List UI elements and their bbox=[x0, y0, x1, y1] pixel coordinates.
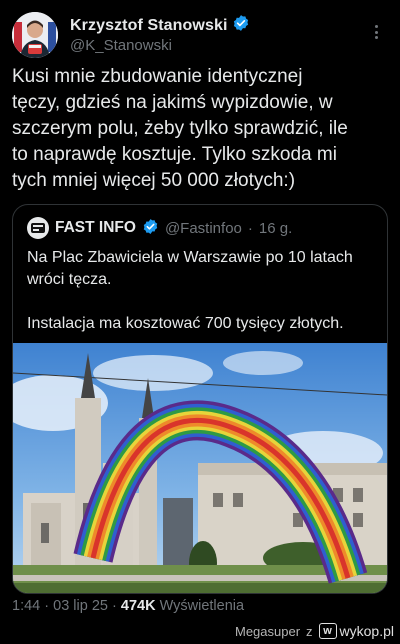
author-avatar[interactable] bbox=[12, 12, 58, 58]
quoted-author-name[interactable]: FAST INFO bbox=[55, 219, 136, 237]
meta-separator: · bbox=[44, 598, 50, 614]
quoted-tweet[interactable]: FAST INFO @Fastinfoo · 16 g. Na Plac Zba… bbox=[12, 204, 388, 594]
author-name-row: Krzysztof Stanowski bbox=[70, 14, 250, 37]
quoted-tweet-header: FAST INFO @Fastinfoo · 16 g. bbox=[27, 217, 292, 239]
wykop-site: wykop.pl bbox=[339, 623, 394, 639]
footer-z: z bbox=[306, 623, 313, 639]
views-label: Wyświetlenia bbox=[159, 598, 245, 614]
quoted-author-avatar[interactable] bbox=[27, 217, 49, 239]
meta-separator: · bbox=[112, 598, 117, 614]
tweet-meta: 1:44 · 03 lip 25 · 474K Wyświetlenia bbox=[12, 598, 244, 614]
quoted-tweet-text: Na Plac Zbawiciela w Warszawie po 10 lat… bbox=[27, 249, 353, 332]
wykop-logo[interactable]: w wykop.pl bbox=[318, 623, 394, 639]
quoted-timestamp[interactable]: 16 g. bbox=[259, 220, 292, 237]
tweet-date[interactable]: 03 lip 25 bbox=[53, 598, 108, 614]
uploader-name[interactable]: Megasuper bbox=[235, 624, 300, 639]
quoted-tweet-photo[interactable] bbox=[13, 343, 387, 593]
author-handle[interactable]: @K_Stanowski bbox=[70, 37, 172, 54]
tweet-text: Kusi mnie zbudowanie identycznej tęczy, … bbox=[12, 66, 348, 191]
wykop-logo-icon: w bbox=[318, 623, 337, 639]
wykop-footer: Megasuper z w wykop.pl bbox=[235, 618, 400, 644]
tweet-time[interactable]: 1:44 bbox=[12, 598, 40, 614]
views-count: 474K bbox=[120, 598, 156, 614]
more-options-icon[interactable] bbox=[366, 22, 386, 42]
verified-badge-icon bbox=[232, 14, 250, 37]
tweet-header: Krzysztof Stanowski @K_Stanowski bbox=[12, 10, 388, 58]
quoted-separator: · bbox=[247, 219, 253, 237]
quoted-author-handle[interactable]: @Fastinfoo bbox=[165, 220, 242, 237]
verified-badge-icon bbox=[142, 218, 159, 239]
author-name[interactable]: Krzysztof Stanowski bbox=[70, 17, 228, 35]
